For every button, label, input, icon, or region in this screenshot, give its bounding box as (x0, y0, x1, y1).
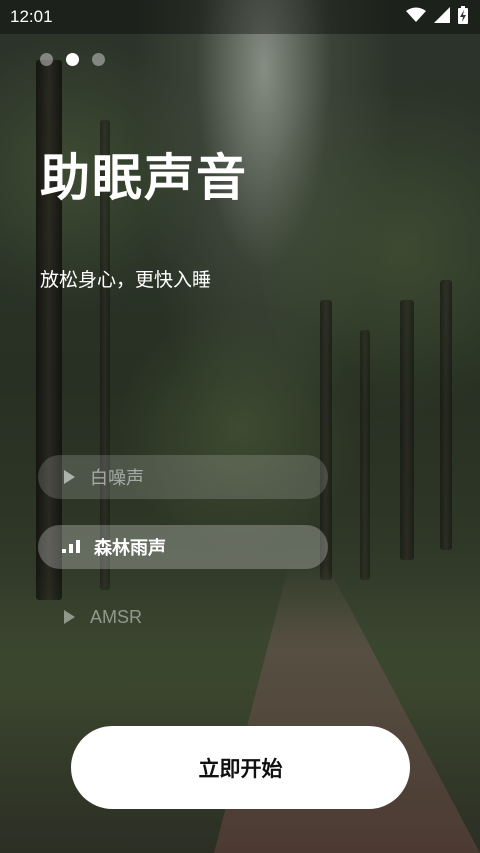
equalizer-bars-icon (62, 538, 80, 557)
sound-option-label: AMSR (90, 606, 143, 627)
tree-trunk (440, 280, 452, 550)
start-now-button[interactable]: 立即开始 (71, 726, 410, 809)
sound-option-white-noise[interactable]: 白噪声 (38, 455, 328, 499)
battery-charging-icon (458, 6, 468, 28)
sound-option-label: 白噪声 (90, 468, 144, 489)
page-dot[interactable] (92, 53, 105, 66)
tree-trunk (360, 330, 370, 580)
sound-option-amsr[interactable]: AMSR (38, 595, 328, 639)
page-dot[interactable] (40, 53, 53, 66)
play-icon (62, 469, 76, 485)
status-bar: 12:01 (0, 0, 480, 34)
page-title: 助眠声音 (40, 149, 248, 207)
play-icon (62, 609, 76, 625)
tree-trunk (400, 300, 414, 560)
cell-signal-icon (434, 7, 450, 27)
page-dot-active[interactable] (66, 53, 79, 66)
sound-option-label: 森林雨声 (94, 538, 166, 559)
status-time: 12:01 (10, 7, 53, 26)
sound-option-forest-rain[interactable]: 森林雨声 (38, 525, 328, 569)
page-indicator (40, 53, 105, 66)
wifi-icon (406, 7, 426, 27)
status-icons (406, 6, 468, 28)
app-screen: 12:01 助眠声音 放松身心，更快入睡 白噪声 森林雨声 AMSR 立即开始 (0, 0, 480, 853)
page-subtitle: 放松身心，更快入睡 (40, 269, 212, 291)
